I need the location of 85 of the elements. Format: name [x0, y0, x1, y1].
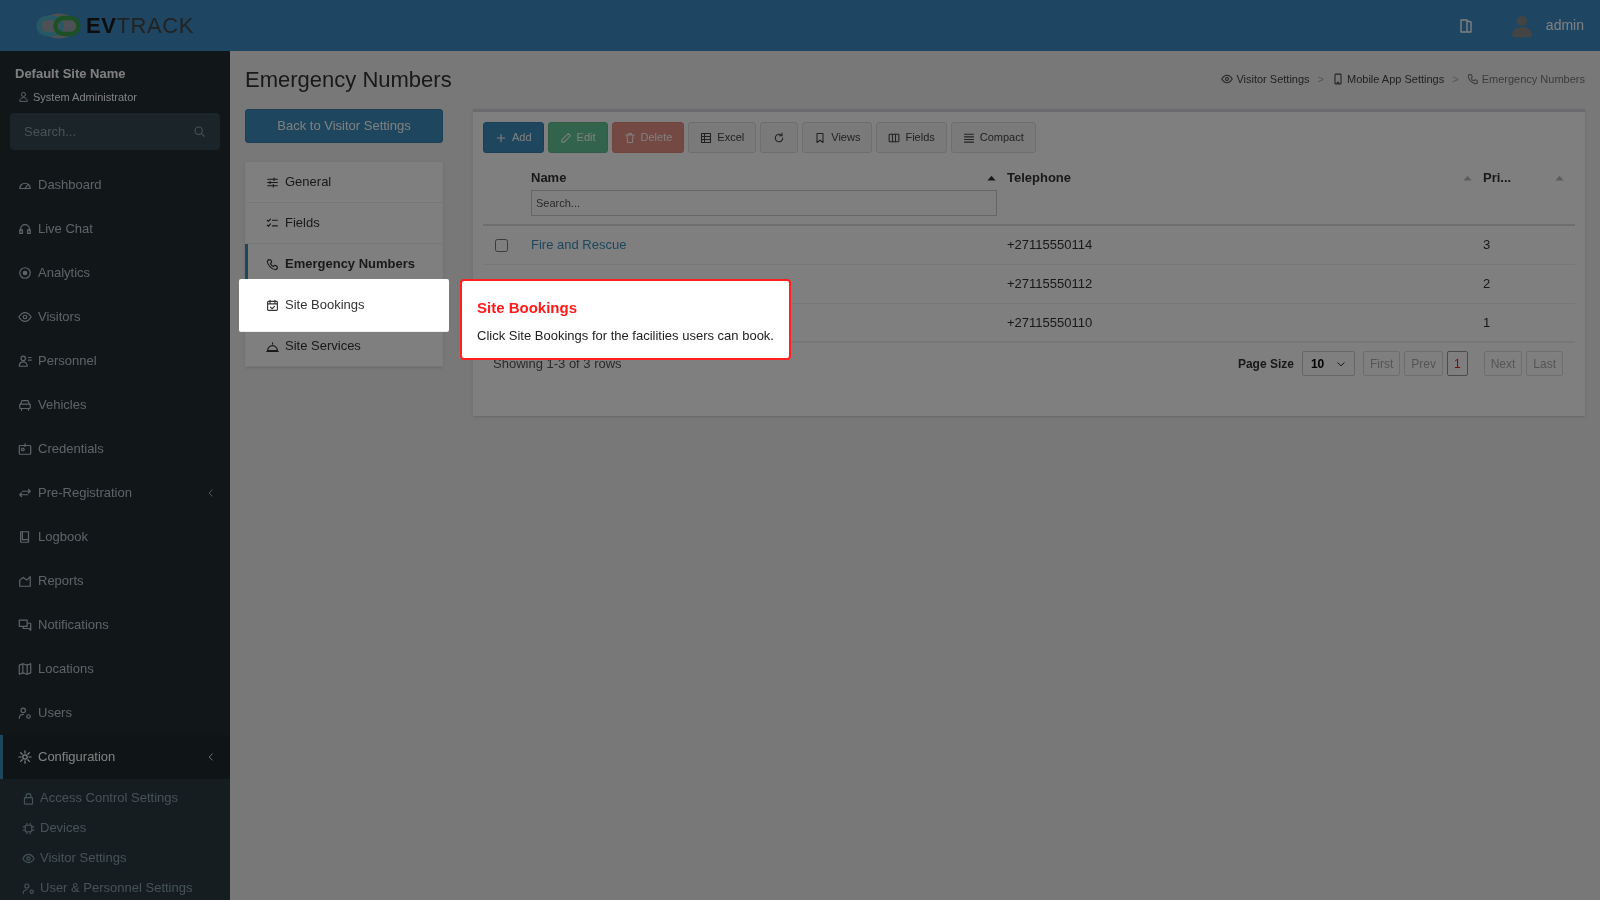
settings-menu-item[interactable]: General [245, 162, 443, 203]
person-icon [18, 354, 32, 368]
columns-icon [888, 131, 901, 144]
car-icon [18, 398, 32, 412]
refresh-icon [773, 131, 786, 144]
sidebar-item[interactable]: Notifications [0, 603, 230, 647]
column-header[interactable]: Pri... [1483, 168, 1512, 188]
logo-text: EVTRACK [86, 12, 194, 40]
sidebar-item[interactable]: Vehicles [0, 383, 230, 427]
calendar-check-icon [266, 298, 279, 312]
breadcrumb-link[interactable]: Mobile App Settings [1332, 70, 1445, 88]
table-cell: +27115550114 [1007, 237, 1093, 253]
table-cell: 2 [1483, 276, 1491, 292]
breadcrumb-separator: > [1452, 71, 1459, 87]
door-icon[interactable] [1457, 17, 1474, 34]
settings-menu-item[interactable]: Site Services [245, 326, 443, 367]
eye-icon [22, 851, 35, 865]
compact-list-icon [962, 131, 975, 144]
toolbar-button[interactable]: Excel [688, 122, 757, 153]
sidebar-item[interactable]: Locations [0, 647, 230, 691]
table-cell: +27115550110 [1007, 314, 1093, 330]
phone-icon [266, 257, 279, 271]
lock-icon [22, 791, 35, 805]
book-icon [18, 530, 32, 544]
table-cell: 1 [1483, 314, 1491, 330]
service-bell-icon [266, 339, 279, 353]
tooltip-title: Site Bookings [477, 298, 578, 318]
id-card-icon [18, 442, 32, 456]
site-name: Default Site Name [15, 65, 127, 83]
target-icon [18, 266, 32, 280]
user-gear-icon [22, 881, 35, 895]
plus-icon [495, 131, 507, 144]
checklist-icon [266, 216, 279, 230]
sidebar-item[interactable]: Live Chat [0, 207, 230, 251]
refresh-button[interactable] [760, 122, 799, 153]
eye-icon [1221, 73, 1234, 85]
column-filter-field[interactable]: Search... [531, 190, 997, 216]
table-cell: +27115550112 [1007, 276, 1093, 292]
sidebar-item[interactable]: Reports [0, 559, 230, 603]
sidebar-item[interactable]: Visitors [0, 295, 230, 339]
phone-device-icon [1332, 73, 1344, 85]
user-role: System Administrator [33, 89, 137, 105]
headset-icon [18, 222, 32, 236]
pagination-button[interactable]: 1 [1446, 351, 1468, 376]
chip-icon [22, 821, 35, 835]
tooltip-text: Click Site Bookings for the facilities users can book. [477, 326, 774, 345]
user-name[interactable]: admin [1545, 15, 1584, 36]
row-checkbox[interactable] [495, 238, 508, 252]
eye-icon [18, 310, 32, 324]
swap-arrows-icon [18, 486, 32, 500]
page-size-select[interactable]: 10 [1301, 351, 1355, 376]
gear-icon [18, 750, 32, 764]
phone-icon [1466, 73, 1479, 85]
toolbar-button[interactable]: Fields [876, 122, 947, 153]
breadcrumb-separator: > [1317, 71, 1324, 87]
chat-icon [18, 618, 32, 632]
search-icon [193, 125, 206, 138]
breadcrumb-link[interactable]: Emergency Numbers [1466, 70, 1585, 88]
user-icon [18, 91, 29, 103]
map-icon [18, 662, 32, 676]
breadcrumb-link[interactable]: Visitor Settings [1221, 70, 1310, 88]
table-cell: 3 [1483, 237, 1491, 253]
back-button[interactable]: Back to Visitor Settings [245, 109, 443, 143]
sidebar-item[interactable]: Analytics [0, 251, 230, 295]
page-title: Emergency Numbers [245, 65, 452, 94]
sidebar-item[interactable]: Credentials [0, 427, 230, 471]
sidebar-item[interactable]: Dashboard [0, 163, 230, 207]
column-header[interactable]: Name [531, 168, 567, 188]
sliders-icon [266, 175, 279, 189]
sidebar-item[interactable]: Pre-Registration [0, 471, 230, 515]
spreadsheet-icon [700, 131, 713, 144]
user-gear-icon [18, 706, 32, 720]
bookmark-icon [814, 131, 827, 144]
column-header[interactable]: Telephone [1007, 168, 1072, 188]
name-link[interactable]: Fire and Rescue [531, 237, 627, 253]
toolbar-button[interactable]: Views [802, 122, 873, 153]
chart-icon [18, 574, 32, 588]
settings-menu-item[interactable]: Site Bookings [239, 279, 449, 332]
sidebar-item[interactable]: Personnel [0, 339, 230, 383]
toolbar-button[interactable]: Compact [950, 122, 1036, 153]
toolbar-button[interactable]: Add [483, 122, 544, 153]
settings-menu-item[interactable]: Fields [245, 203, 443, 244]
page-size-label: Page Size [1237, 355, 1294, 373]
sidebar-item[interactable]: Logbook [0, 515, 230, 559]
sidebar-item[interactable]: Users [0, 691, 230, 735]
